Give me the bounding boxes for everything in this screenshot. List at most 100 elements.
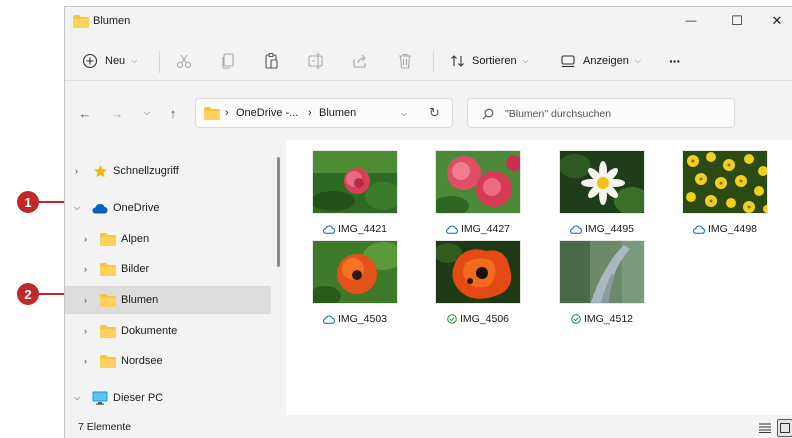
new-label: Neu [105,55,126,67]
breadcrumb-separator: › [308,107,312,119]
tiles-view-icon [780,423,790,433]
thumbnail-img-4503[interactable] [312,240,398,304]
file-name: IMG_4421 [337,223,388,235]
nav-label: Blumen [121,294,159,306]
details-view-icon[interactable] [759,423,771,433]
chevron-right-icon[interactable]: › [84,234,87,244]
thumbnail-img-4495[interactable] [559,150,645,214]
nav-label: Schnellzugriff [113,165,179,177]
status-bar: 7 Elemente [65,417,792,438]
photo-pink-flowers [436,151,520,213]
file-label[interactable]: IMG_4498 [665,222,785,236]
thumbnail-img-4427[interactable] [435,150,521,214]
cloud-outline-icon [570,224,582,234]
forward-arrow-icon[interactable]: → [107,103,127,123]
cloud-outline-icon [323,314,335,324]
new-button[interactable]: Neu ⌵ [82,49,137,73]
explorer-window: Blumen — ☐ ✕ Neu ⌵ Sortieren ⌵ Anzeigen … [64,6,792,438]
search-box[interactable]: "Blumen" durchsuchen [467,98,735,128]
chevron-down-icon[interactable]: ⌵ [74,203,80,213]
maximize-button[interactable]: ☐ [715,9,759,33]
share-icon[interactable] [351,52,369,70]
file-name: IMG_4506 [459,313,510,325]
monitor-icon [92,391,108,405]
file-name: IMG_4495 [584,223,635,235]
item-count: 7 Elemente [78,421,132,433]
nav-label: Dieser PC [113,392,164,404]
chevron-right-icon[interactable]: › [84,264,87,274]
synced-check-icon [447,314,457,324]
synced-check-icon [571,314,581,324]
divider [433,51,434,73]
file-name: IMG_4512 [583,313,634,325]
chevron-down-icon[interactable]: ⌵ [74,393,80,403]
paste-icon[interactable] [263,52,281,70]
file-label[interactable]: IMG_4506 [418,312,538,326]
refresh-icon[interactable]: ↻ [429,105,440,121]
copy-icon[interactable] [219,52,237,70]
view-icon [561,55,575,68]
chevron-right-icon[interactable]: › [84,326,87,336]
recent-locations-chevron-icon[interactable]: ⌵ [137,103,157,123]
chevron-down-icon: ⌵ [522,56,529,65]
cloud-icon [92,203,108,213]
file-label[interactable]: IMG_4427 [418,222,538,236]
file-name: IMG_4503 [337,313,388,325]
photo-tree-trunk [560,241,644,303]
chevron-down-icon[interactable]: ⌵ [401,109,407,119]
folder-icon [100,354,116,368]
star-icon [94,164,107,177]
nav-label: Dokumente [121,325,178,337]
close-button[interactable]: ✕ [761,9,792,33]
nav-item-nordsee[interactable]: › Nordsee [65,348,271,374]
breadcrumb-blumen[interactable]: Blumen [319,107,356,119]
thumbnail-img-4506[interactable] [435,240,521,304]
nav-item-alpen[interactable]: › Alpen [65,226,271,252]
breadcrumb-separator: › [225,107,229,119]
tiles-view-button[interactable] [777,419,792,437]
photo-red-poppy [436,241,520,303]
folder-icon [100,262,116,276]
nav-item-bilder[interactable]: › Bilder [65,256,271,282]
file-label[interactable]: IMG_4503 [295,312,415,326]
thumbnail-img-4421[interactable] [312,150,398,214]
nav-item-dokumente[interactable]: › Dokumente [65,318,271,344]
address-bar[interactable]: › OneDrive -... › Blumen ⌵ ↻ [195,98,453,128]
window-title: Blumen [93,15,131,27]
rename-icon[interactable] [307,52,325,70]
chevron-right-icon[interactable]: › [84,356,87,366]
nav-item-blumen[interactable]: › Blumen [65,286,271,314]
view-button[interactable]: Anzeigen ⌵ [560,49,641,73]
cloud-outline-icon [323,224,335,234]
photo-orange-poppy [313,241,397,303]
cloud-outline-icon [446,224,458,234]
command-bar: Neu ⌵ Sortieren ⌵ Anzeigen ⌵ ··· [65,41,792,81]
file-list: IMG_4421 IMG_4427 IMG_4495 IMG_4498 IMG_… [286,140,792,415]
folder-icon [100,324,116,338]
thumbnail-img-4512[interactable] [559,240,645,304]
minimize-button[interactable]: — [669,9,713,33]
file-label[interactable]: IMG_4421 [295,222,415,236]
more-options-button[interactable]: ··· [669,49,681,73]
file-label[interactable]: IMG_4512 [542,312,662,326]
callout-2: 2 [17,283,39,305]
nav-pane-scrollbar[interactable] [277,157,280,267]
nav-item-dieser-pc[interactable]: ⌵ Dieser PC [65,385,271,411]
nav-item-onedrive[interactable]: ⌵ OneDrive [65,195,271,221]
back-arrow-icon[interactable]: ← [75,103,95,123]
divider [159,51,160,73]
cut-icon[interactable] [175,52,193,70]
up-arrow-icon[interactable]: ↑ [163,103,183,123]
chevron-right-icon[interactable]: › [75,166,78,176]
file-name: IMG_4498 [707,223,758,235]
chevron-right-icon[interactable]: › [84,295,87,305]
file-label[interactable]: IMG_4495 [542,222,662,236]
photo-white-daisy [560,151,644,213]
folder-icon [100,293,116,307]
nav-item-schnellzugriff[interactable]: › Schnellzugriff [65,158,271,184]
thumbnail-img-4498[interactable] [682,150,768,214]
breadcrumb-onedrive[interactable]: OneDrive -... [236,107,298,119]
sort-button[interactable]: Sortieren ⌵ [450,49,529,73]
delete-icon[interactable] [396,52,414,70]
title-bar: Blumen — ☐ ✕ [65,7,792,35]
